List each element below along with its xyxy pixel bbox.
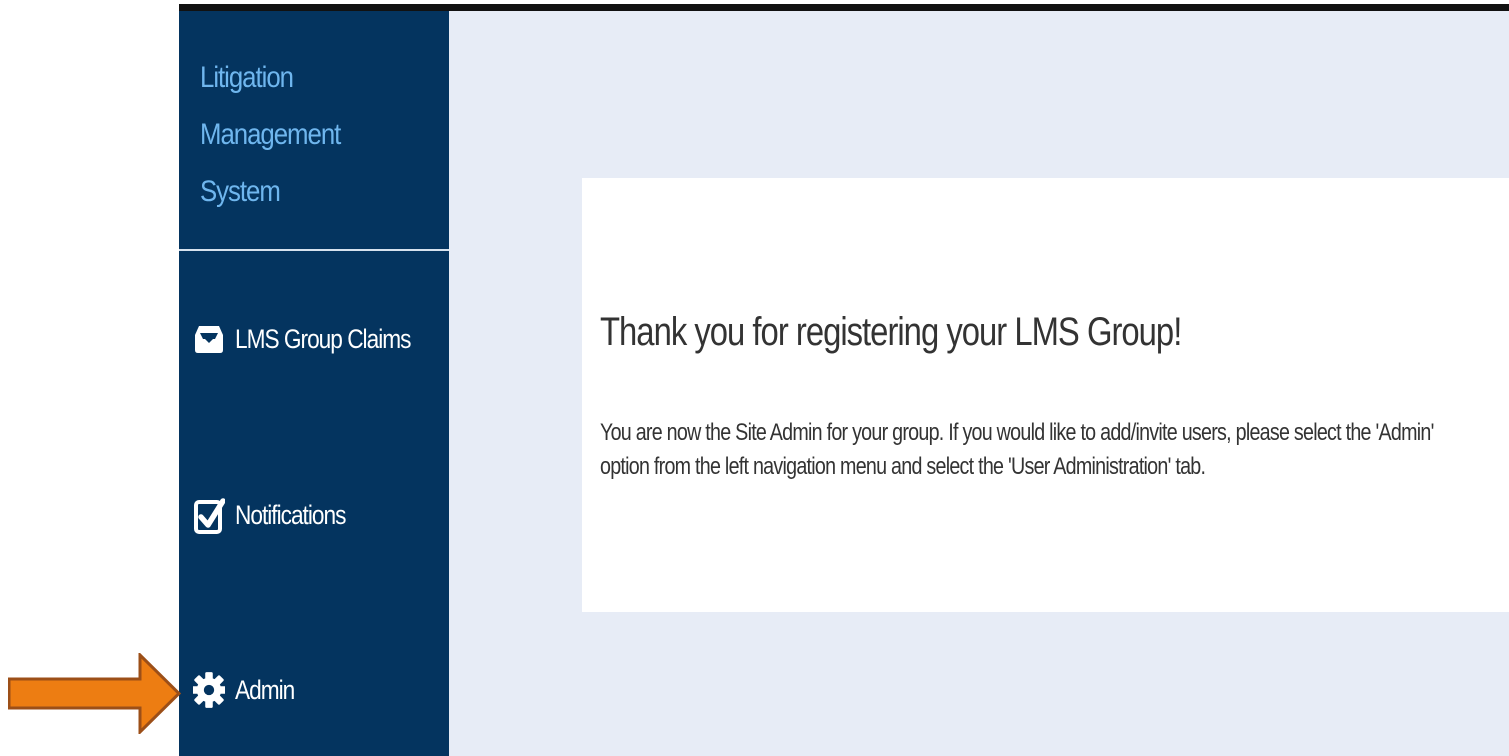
- sidebar-item-admin[interactable]: Admin: [193, 660, 438, 720]
- sidebar-item-label: Admin: [235, 674, 295, 705]
- gear-icon: [193, 669, 225, 711]
- confirmation-message: You are now the Site Admin for your grou…: [600, 419, 1434, 480]
- main-content: Thank you for registering your LMS Group…: [449, 11, 1509, 756]
- app-title-line-1: Litigation: [200, 61, 294, 94]
- sidebar-divider: [179, 249, 449, 251]
- sidebar-item-lms-group-claims[interactable]: LMS Group Claims: [193, 309, 438, 369]
- app-title-line-3: System: [200, 175, 281, 208]
- sidebar-item-notifications[interactable]: Notifications: [193, 485, 438, 545]
- sidebar-item-label: LMS Group Claims: [235, 323, 411, 354]
- checkbox-icon: [193, 494, 225, 536]
- top-border: [179, 4, 1509, 11]
- confirmation-title: Thank you for registering your LMS Group…: [600, 310, 1182, 354]
- sidebar-item-label: Notifications: [235, 499, 346, 530]
- app-title: Litigation Management System: [200, 49, 398, 220]
- app-title-line-2: Management: [200, 118, 341, 151]
- inbox-icon: [193, 318, 225, 360]
- sidebar: Litigation Management System LMS Group C…: [179, 11, 449, 756]
- registration-confirmation-card: Thank you for registering your LMS Group…: [582, 178, 1509, 612]
- arrow-icon: [8, 653, 182, 734]
